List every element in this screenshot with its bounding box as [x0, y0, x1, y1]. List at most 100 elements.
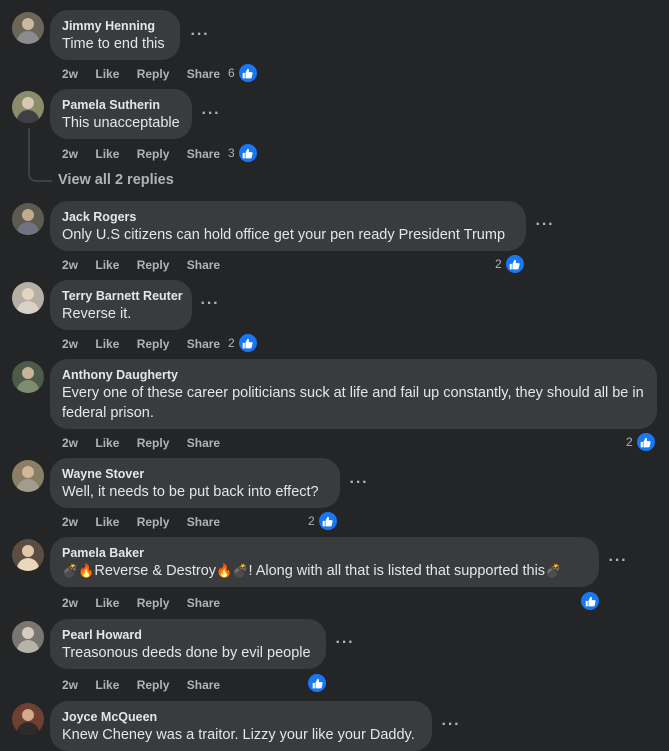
share-button[interactable]: Share — [187, 436, 220, 450]
reply-button[interactable]: Reply — [137, 678, 170, 692]
share-button[interactable]: Share — [187, 337, 220, 351]
reply-button[interactable]: Reply — [137, 258, 170, 272]
reply-button[interactable]: Reply — [137, 337, 170, 351]
reaction-count[interactable] — [579, 590, 601, 612]
like-button[interactable]: Like — [95, 436, 119, 450]
reply-button[interactable]: Reply — [137, 147, 170, 161]
reaction-count[interactable] — [306, 672, 328, 694]
comment-actions: 2w Like Reply Share — [62, 515, 234, 529]
commenter-name[interactable]: Jimmy Henning — [62, 18, 168, 34]
comment-bubble: Joyce McQueen Knew Cheney was a traitor.… — [50, 701, 432, 751]
comment-text: Every one of these career politicians su… — [62, 385, 644, 421]
commenter-name[interactable]: Joyce McQueen — [62, 709, 420, 725]
timestamp[interactable]: 2w — [62, 436, 78, 450]
share-button[interactable]: Share — [187, 596, 220, 610]
more-options-icon[interactable]: ··· — [198, 295, 222, 319]
reaction-number: 2 — [308, 514, 315, 528]
more-options-icon[interactable]: ··· — [533, 216, 557, 240]
reaction-count[interactable]: 2 — [495, 253, 526, 275]
commenter-name[interactable]: Pamela Sutherin — [62, 97, 180, 113]
avatar[interactable] — [12, 282, 44, 314]
share-button[interactable]: Share — [187, 67, 220, 81]
share-button[interactable]: Share — [187, 147, 220, 161]
like-button[interactable]: Like — [95, 678, 119, 692]
avatar[interactable] — [12, 621, 44, 653]
timestamp[interactable]: 2w — [62, 337, 78, 351]
avatar[interactable] — [12, 361, 44, 393]
comment-bubble: Terry Barnett Reuter Reverse it. — [50, 280, 192, 330]
timestamp[interactable]: 2w — [62, 147, 78, 161]
reaction-count[interactable]: 2 — [626, 431, 657, 453]
avatar[interactable] — [12, 91, 44, 123]
comment-text: Reverse it. — [62, 306, 132, 322]
comment-bubble: Jack Rogers Only U.S citizens can hold o… — [50, 201, 526, 251]
like-button[interactable]: Like — [95, 596, 119, 610]
reaction-number: 2 — [495, 257, 502, 271]
timestamp[interactable]: 2w — [62, 596, 78, 610]
comment-text: Time to end this — [62, 36, 165, 52]
commenter-name[interactable]: Pearl Howard — [62, 627, 314, 643]
reaction-count[interactable]: 6 — [228, 62, 259, 84]
more-options-icon[interactable]: ··· — [333, 634, 357, 658]
share-button[interactable]: Share — [187, 258, 220, 272]
more-options-icon[interactable]: ··· — [199, 105, 223, 129]
avatar[interactable] — [12, 203, 44, 235]
commenter-name[interactable]: Pamela Baker — [62, 545, 587, 561]
more-options-icon[interactable]: ··· — [606, 552, 630, 576]
bomb-emoji: 💣 — [62, 563, 79, 578]
avatar[interactable] — [12, 703, 44, 735]
like-button[interactable]: Like — [95, 337, 119, 351]
comment-actions: 2w Like Reply Share — [62, 596, 234, 610]
comment-bubble: Anthony Daugherty Every one of these car… — [50, 359, 657, 429]
commenter-name[interactable]: Terry Barnett Reuter — [62, 288, 183, 304]
fire-emoji: 🔥 — [78, 563, 95, 578]
avatar[interactable] — [12, 12, 44, 44]
comment-actions: 2w Like Reply Share — [62, 436, 234, 450]
like-button[interactable]: Like — [95, 67, 119, 81]
like-button[interactable]: Like — [95, 258, 119, 272]
timestamp[interactable]: 2w — [62, 258, 78, 272]
comment-actions: 2w Like Reply Share — [62, 337, 234, 351]
commenter-name[interactable]: Wayne Stover — [62, 466, 328, 482]
view-replies-link[interactable]: View all 2 replies — [58, 172, 174, 188]
reply-button[interactable]: Reply — [137, 436, 170, 450]
more-options-icon[interactable]: ··· — [188, 26, 212, 50]
avatar[interactable] — [12, 539, 44, 571]
comment-bubble: Jimmy Henning Time to end this — [50, 10, 180, 60]
comment-text-part: ! Along with all that is listed that sup… — [248, 563, 546, 579]
timestamp[interactable]: 2w — [62, 678, 78, 692]
comment-text: Treasonous deeds done by evil people — [62, 645, 311, 661]
reaction-count[interactable]: 2 — [308, 510, 339, 532]
share-button[interactable]: Share — [187, 515, 220, 529]
reply-button[interactable]: Reply — [137, 515, 170, 529]
bomb-emoji: 💣 — [545, 563, 562, 578]
reaction-number: 2 — [626, 435, 633, 449]
reply-button[interactable]: Reply — [137, 67, 170, 81]
thumbs-up-icon — [236, 332, 259, 354]
comment-text-part: Reverse & Destroy — [94, 563, 217, 579]
bomb-emoji: 💣 — [232, 563, 249, 578]
comment-text: Well, it needs to be put back into effec… — [62, 484, 319, 500]
comment-text: 💣🔥Reverse & Destroy🔥💣! Along with all th… — [62, 561, 587, 581]
more-options-icon[interactable]: ··· — [439, 716, 463, 740]
reaction-count[interactable]: 3 — [228, 142, 259, 164]
reply-button[interactable]: Reply — [137, 596, 170, 610]
share-button[interactable]: Share — [187, 678, 220, 692]
comment-bubble: Pamela Baker 💣🔥Reverse & Destroy🔥💣! Alon… — [50, 537, 599, 587]
thumbs-up-icon — [579, 590, 601, 612]
commenter-name[interactable]: Anthony Daugherty — [62, 367, 645, 383]
reaction-number: 3 — [228, 146, 235, 160]
thumbs-up-icon — [634, 431, 657, 453]
comment-bubble: Pamela Sutherin This unacceptable — [50, 89, 192, 139]
avatar[interactable] — [12, 460, 44, 492]
timestamp[interactable]: 2w — [62, 515, 78, 529]
comment-actions: 2w Like Reply Share — [62, 678, 234, 692]
reaction-count[interactable]: 2 — [228, 332, 259, 354]
reaction-number: 6 — [228, 66, 235, 80]
comment-bubble: Wayne Stover Well, it needs to be put ba… — [50, 458, 340, 508]
like-button[interactable]: Like — [95, 147, 119, 161]
more-options-icon[interactable]: ··· — [347, 474, 371, 498]
commenter-name[interactable]: Jack Rogers — [62, 209, 514, 225]
timestamp[interactable]: 2w — [62, 67, 78, 81]
like-button[interactable]: Like — [95, 515, 119, 529]
